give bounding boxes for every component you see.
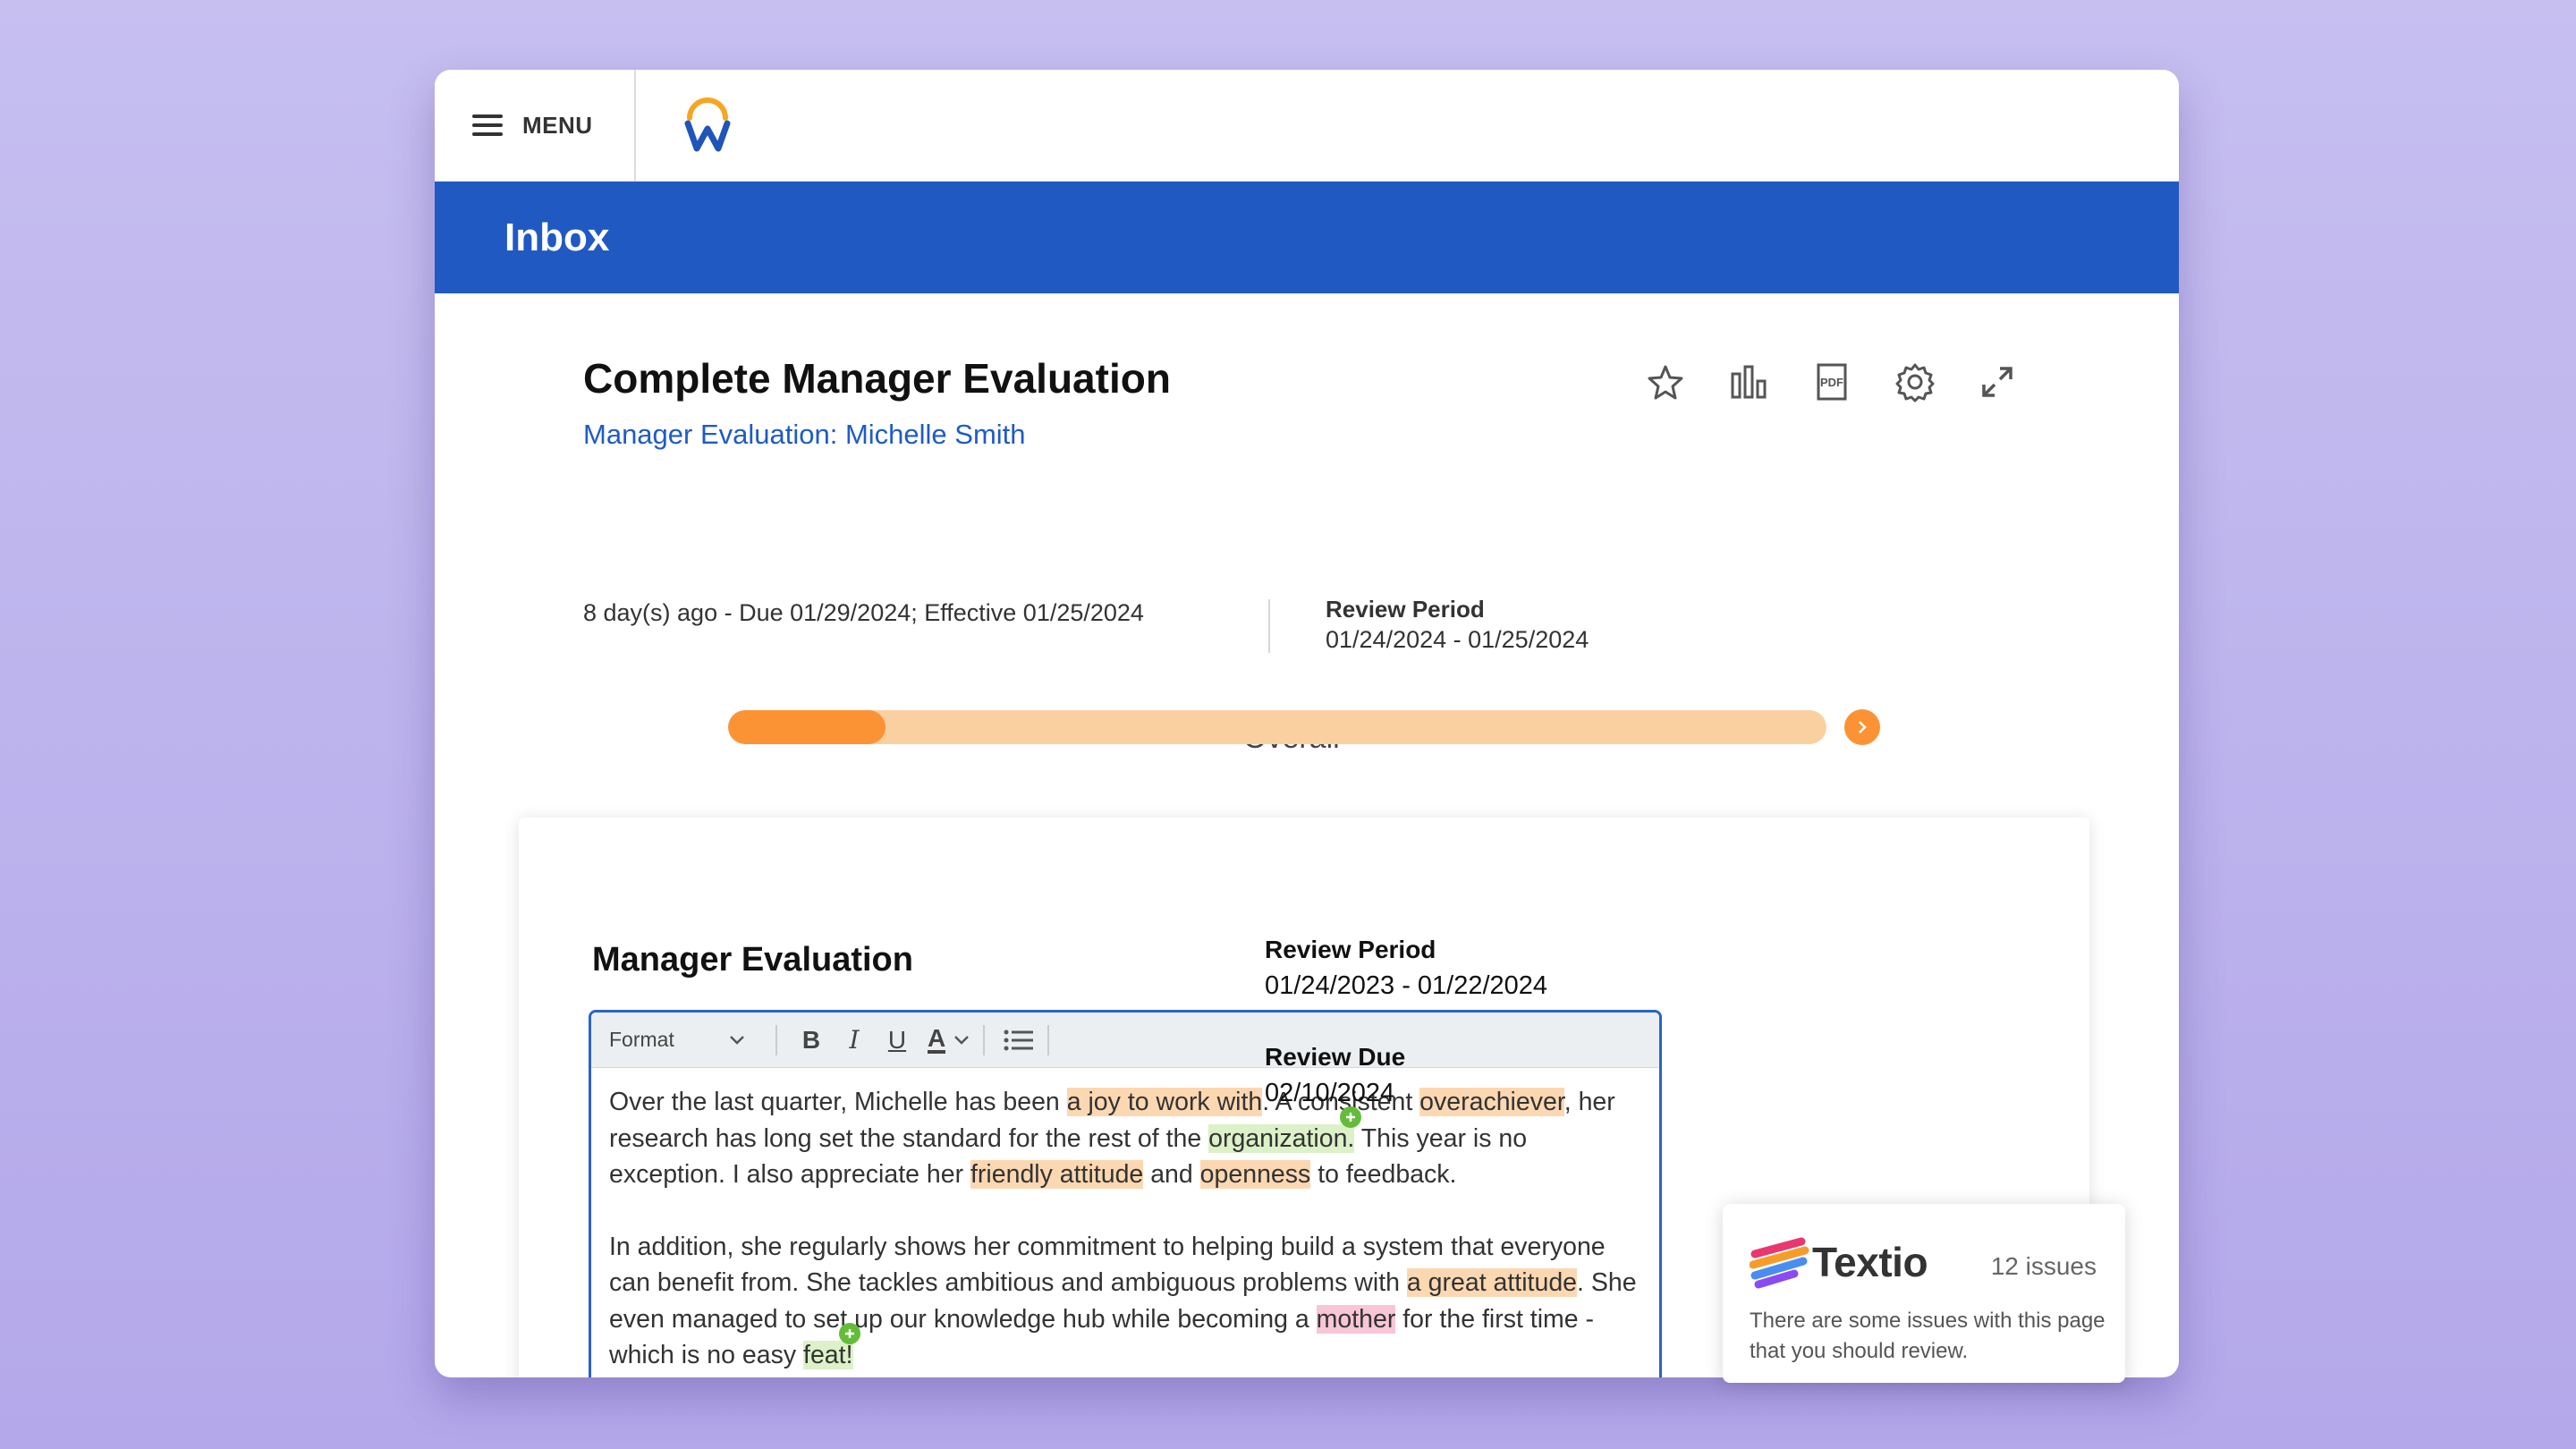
toolbar-separator bbox=[983, 1024, 986, 1055]
editor-content[interactable]: Over the last quarter, Michelle has been… bbox=[591, 1068, 1659, 1374]
gear-icon[interactable] bbox=[1894, 361, 1936, 402]
review-period-value: 01/24/2024 - 01/25/2024 bbox=[1326, 626, 1589, 653]
toolbar-separator bbox=[1047, 1024, 1050, 1055]
editor-paragraph: Over the last quarter, Michelle has been… bbox=[609, 1084, 1641, 1193]
chevron-down-icon bbox=[729, 1035, 744, 1045]
text-color-button[interactable]: A bbox=[928, 1023, 970, 1054]
pdf-icon[interactable]: PDF bbox=[1811, 361, 1852, 402]
suggested-phrase[interactable]: feat! bbox=[803, 1323, 860, 1369]
workday-logo-icon[interactable] bbox=[682, 97, 733, 154]
evaluation-link[interactable]: Manager Evaluation: Michelle Smith bbox=[583, 419, 1026, 451]
flagged-phrase[interactable]: a joy to work with bbox=[1066, 1088, 1263, 1116]
bold-button[interactable]: B bbox=[790, 1021, 833, 1060]
editor-toolbar: Format B I U A bbox=[591, 1013, 1659, 1068]
expand-icon[interactable] bbox=[1977, 361, 2018, 402]
plus-icon[interactable] bbox=[1340, 1106, 1362, 1128]
star-icon[interactable] bbox=[1645, 361, 1686, 402]
divider bbox=[1268, 599, 1270, 653]
side-review-period-value: 01/24/2023 - 01/22/2024 bbox=[1265, 971, 1548, 1000]
flagged-phrase[interactable]: a great attitude bbox=[1406, 1268, 1578, 1297]
textio-logo-icon bbox=[1750, 1237, 1809, 1289]
next-step-button[interactable] bbox=[1844, 709, 1880, 745]
svg-text:PDF: PDF bbox=[1820, 376, 1843, 389]
issues-count[interactable]: 12 issues bbox=[1991, 1252, 2097, 1281]
flagged-phrase[interactable]: openness bbox=[1199, 1160, 1311, 1189]
review-period-label: Review Period bbox=[1326, 596, 1485, 623]
editor-text: and bbox=[1143, 1160, 1200, 1189]
side-review-period-label: Review Period bbox=[1265, 936, 1436, 963]
menu-button[interactable]: MENU bbox=[435, 70, 636, 182]
textio-message: There are some issues with this page tha… bbox=[1750, 1309, 2106, 1363]
section-title: Manager Evaluation bbox=[592, 941, 913, 979]
flagged-phrase[interactable]: friendly attitude bbox=[970, 1160, 1144, 1189]
due-date-text: 8 day(s) ago - Due 01/29/2024; Effective… bbox=[583, 599, 1144, 626]
editor-paragraph: In addition, she regularly shows her com… bbox=[609, 1229, 1641, 1374]
toolbar-separator bbox=[775, 1024, 777, 1055]
editor-text: Over the last quarter, Michelle has been bbox=[609, 1088, 1067, 1116]
textio-name: Textio bbox=[1812, 1239, 1928, 1285]
workday-window: MENU Inbox Complete Manager Evaluation M… bbox=[435, 70, 2179, 1377]
bar-chart-icon[interactable] bbox=[1728, 361, 1769, 402]
format-label: Format bbox=[609, 1028, 674, 1051]
task-title: Complete Manager Evaluation bbox=[583, 355, 1171, 402]
hamburger-icon bbox=[472, 114, 503, 136]
progress-bar bbox=[728, 710, 1826, 744]
format-dropdown[interactable]: Format bbox=[609, 1028, 763, 1052]
progress-fill bbox=[728, 710, 886, 744]
top-navigation-bar: MENU bbox=[435, 70, 2179, 182]
text-color-icon: A bbox=[928, 1023, 946, 1054]
plus-icon[interactable] bbox=[838, 1323, 860, 1344]
underline-button[interactable]: U bbox=[876, 1021, 919, 1060]
chevron-down-icon bbox=[954, 1035, 970, 1045]
italic-button[interactable]: I bbox=[833, 1021, 876, 1060]
flagged-phrase[interactable]: overachiever bbox=[1419, 1088, 1564, 1116]
menu-label: MENU bbox=[522, 111, 593, 139]
review-due-label: Review Due bbox=[1265, 1043, 1406, 1071]
bulleted-list-icon[interactable] bbox=[1003, 1027, 1035, 1054]
page-title: Inbox bbox=[504, 215, 610, 259]
suggested-phrase[interactable]: organization. bbox=[1208, 1106, 1362, 1153]
flagged-phrase-bias[interactable]: mother bbox=[1316, 1304, 1396, 1334]
editor-text: to feedback. bbox=[1310, 1160, 1457, 1189]
chevron-right-icon bbox=[1859, 721, 1867, 733]
rich-text-editor[interactable]: Format B I U A Over the last quarter, Mi… bbox=[589, 1010, 1662, 1377]
review-due-value: 02/10/2024 bbox=[1265, 1079, 1395, 1107]
textio-widget[interactable]: Textio 12 issues There are some issues w… bbox=[1723, 1204, 2125, 1383]
inbox-header: Inbox bbox=[435, 182, 2179, 293]
